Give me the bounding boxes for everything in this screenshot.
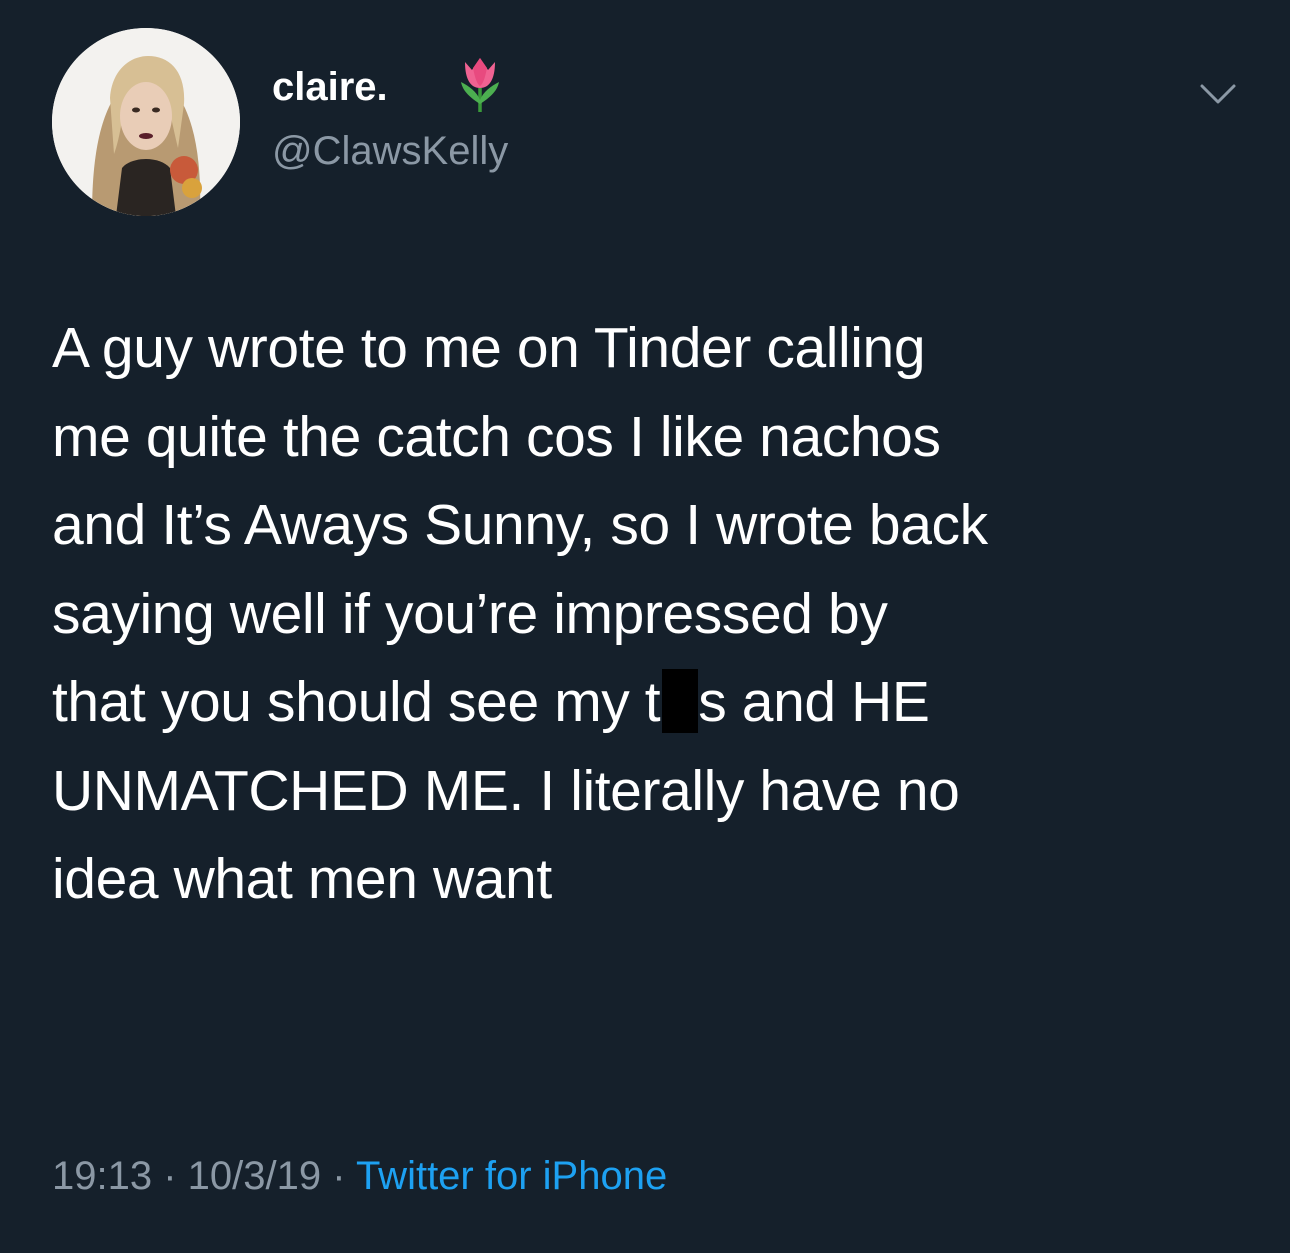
tweet-meta: 19:13 · 10/3/19 · Twitter for iPhone	[52, 1148, 667, 1204]
tweet-source-link[interactable]: Twitter for iPhone	[356, 1154, 667, 1198]
tweet-line: UNMATCHED ME. I literally have no	[52, 758, 960, 823]
tulip-icon	[455, 52, 505, 114]
avatar-photo	[52, 28, 240, 216]
chevron-down-icon[interactable]	[1198, 80, 1238, 108]
tweet-line: that you should see my t s and HE	[52, 658, 1252, 747]
tweet-text: A guy wrote to me on Tinder calling me q…	[52, 304, 1252, 924]
tweet-line-part: that you should see my t	[52, 670, 661, 734]
tweet-line: and It’s Aways Sunny, so I wrote back	[52, 493, 988, 557]
censor-bar	[662, 669, 699, 733]
tweet-line: saying well if you’re impressed by	[52, 581, 888, 646]
tweet-line: idea what men want	[52, 847, 552, 911]
tweet-line: A guy wrote to me on Tinder calling	[52, 316, 926, 380]
display-name[interactable]: claire.	[272, 62, 388, 112]
avatar[interactable]	[52, 28, 240, 216]
meta-separator: ·	[321, 1154, 356, 1198]
tweet-line: me quite the catch cos I like nachos	[52, 404, 941, 469]
user-handle[interactable]: @ClawsKelly	[272, 126, 508, 176]
tweet-time[interactable]: 19:13	[52, 1154, 152, 1198]
meta-separator: ·	[152, 1154, 188, 1198]
tweet-date[interactable]: 10/3/19	[188, 1154, 321, 1198]
tweet-card: claire. @ClawsKelly A guy wrote to me on…	[0, 0, 1290, 1253]
tweet-line-part: s and HE	[698, 670, 930, 734]
